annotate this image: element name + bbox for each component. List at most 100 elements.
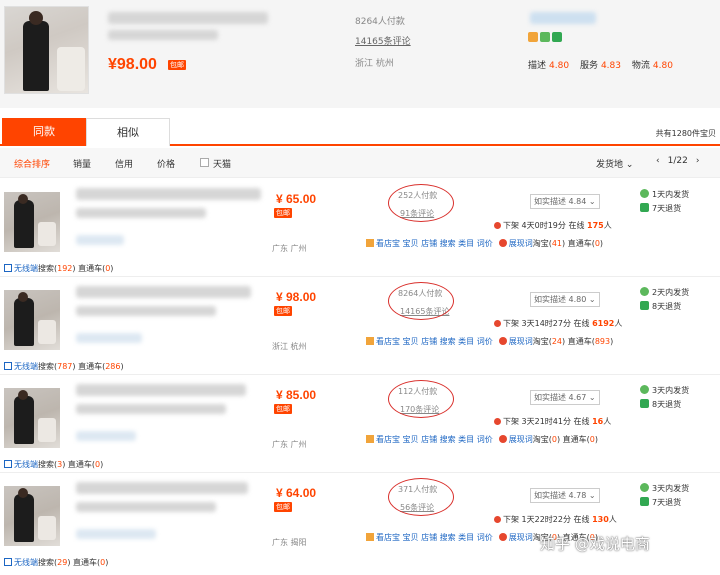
mobile-icon [4, 264, 12, 272]
next-page-icon[interactable]: › [696, 156, 700, 166]
online-count: 16 [592, 417, 604, 426]
blurred-title-2 [76, 208, 206, 218]
promise-return-label: 8天退货 [652, 302, 682, 311]
list-item: ¥ 65.00 包邮 广东 广州 252人付款 91条评论 如实描述 4.84 … [0, 180, 720, 277]
promise-return: 8天退货 [640, 300, 689, 314]
promise-ship-label: 3天内发货 [652, 386, 690, 395]
paren-close: ) [105, 558, 109, 567]
zhanxian-link[interactable]: 展现词 [509, 435, 533, 444]
shop-tool-icon [366, 435, 374, 443]
service-promises: 3天内发货 7天退货 [640, 482, 689, 510]
wireless-label[interactable]: 无线端 [14, 558, 38, 567]
wx-search-label: 搜索( [38, 264, 58, 273]
taobao-count: 24 [551, 337, 563, 346]
match-score-dropdown[interactable]: 如实描述 4.80 ⌄ [530, 292, 600, 307]
header-price: ¥98.00 [108, 56, 157, 73]
match-score-label: 如实描述 4.80 [534, 295, 587, 304]
ship-from-dropdown[interactable]: 发货地 ⌄ [596, 157, 633, 170]
prev-page-icon[interactable]: ‹ [656, 156, 660, 166]
promise-ship: 3天内发货 [640, 384, 689, 398]
wireless-label[interactable]: 无线端 [14, 362, 38, 371]
match-score-dropdown[interactable]: 如实描述 4.67 ⌄ [530, 390, 600, 405]
blurred-title [76, 384, 246, 396]
item-thumbnail[interactable] [4, 486, 60, 546]
clock-icon [494, 222, 501, 229]
blurred-title-2 [76, 404, 226, 414]
online-count: 175 [587, 221, 604, 230]
service-promises: 3天内发货 8天退货 [640, 384, 689, 412]
list-item: ¥ 98.00 包邮 浙江 杭州 8264人付款 14165条评论 如实描述 4… [0, 278, 720, 375]
detail-image [38, 222, 56, 246]
chevron-down-icon: ⌄ [588, 295, 596, 304]
item-location: 广东 广州 [272, 244, 307, 253]
watermark: 知乎 @戏说电商 [540, 535, 650, 553]
tmall-filter-label[interactable]: 天猫 [213, 157, 231, 170]
zhanxian-icon [498, 435, 507, 443]
shelf-text: 下架 3天21时41分 在线 [503, 417, 593, 426]
ship-icon [640, 189, 649, 198]
model-head [18, 292, 28, 302]
top-product-panel: ¥98.00 包邮 8264人付款 14165条评论 浙江 杭州 描述 4.80 … [0, 0, 720, 108]
sort-credit[interactable]: 信用 [115, 157, 133, 170]
item-location: 浙江 杭州 [272, 342, 307, 351]
zhanxian-link[interactable]: 展现词 [509, 337, 533, 346]
sort-comprehensive[interactable]: 综合排序 [14, 157, 50, 170]
rating-value-desc: 4.80 [549, 61, 570, 71]
promise-return-label: 7天退货 [652, 498, 682, 507]
sort-sales[interactable]: 销量 [73, 157, 91, 170]
total-count: 共有1280件宝贝 [655, 129, 716, 138]
tool-links-text[interactable]: 看店宝 宝贝 店铺 搜索 类目 词价 [376, 533, 493, 542]
item-price: ¥ 85.00 [276, 388, 317, 402]
wx-search-count: 29 [57, 558, 68, 567]
model-head [29, 11, 43, 25]
ship-from-label: 发货地 [596, 160, 624, 170]
promise-return: 7天退货 [640, 202, 689, 216]
wx-ztc-label: ) 直通车( [72, 362, 106, 371]
detail-image [38, 320, 56, 344]
tab-similar[interactable]: 相似 [86, 118, 170, 146]
taobao-label: 淘宝( [532, 337, 552, 346]
item-thumbnail[interactable] [4, 388, 60, 448]
dress-figure [14, 298, 34, 346]
paren-close: ) [599, 239, 604, 248]
tool-links-text[interactable]: 看店宝 宝贝 店铺 搜索 类目 词价 [376, 435, 493, 444]
shelf-info: 下架 3天21时41分 在线 16人 [494, 416, 611, 427]
paren-close: ) [100, 460, 104, 469]
wx-search-label: 搜索( [38, 460, 58, 469]
sort-price[interactable]: 价格 [157, 157, 175, 170]
detail-image [38, 418, 56, 442]
match-score-dropdown[interactable]: 如实描述 4.84 ⌄ [530, 194, 600, 209]
zhanxian-link[interactable]: 展现词 [509, 533, 533, 542]
match-score-dropdown[interactable]: 如实描述 4.78 ⌄ [530, 488, 600, 503]
shop-ratings: 描述 4.80 服务 4.83 物流 4.80 [528, 58, 681, 71]
blurred-title [108, 12, 268, 24]
tool-links-text[interactable]: 看店宝 宝贝 店铺 搜索 类目 词价 [376, 239, 493, 248]
online-count: 6192 [592, 319, 615, 328]
product-thumbnail[interactable] [4, 6, 89, 94]
header-review-link[interactable]: 14165条评论 [355, 34, 411, 47]
item-location: 广东 揭阳 [272, 538, 307, 547]
wireless-label[interactable]: 无线端 [14, 460, 38, 469]
tool-links: 看店宝 宝贝 店铺 搜索 类目 词价 展现词淘宝(0) 直通车(0) [366, 434, 598, 445]
online-suffix: 人 [614, 319, 623, 328]
tmall-checkbox[interactable] [200, 158, 209, 167]
tab-same[interactable]: 同款 [2, 118, 86, 146]
wireless-label[interactable]: 无线端 [14, 264, 38, 273]
item-thumbnail[interactable] [4, 290, 60, 350]
item-thumbnail[interactable] [4, 192, 60, 252]
zhitongche-count: 893 [594, 337, 611, 346]
free-shipping-badge: 包邮 [274, 502, 292, 512]
match-score-label: 如实描述 4.84 [534, 197, 587, 206]
model-head [18, 194, 28, 204]
promise-return: 7天退货 [640, 496, 689, 510]
service-promises: 1天内发货 7天退货 [640, 188, 689, 216]
zhitongche-label: ) 直通车( [562, 337, 595, 346]
shelf-info: 下架 1天22时22分 在线 130人 [494, 514, 617, 525]
match-score-label: 如实描述 4.67 [534, 393, 587, 402]
wireless-stats: 无线端搜索(787) 直通车(286) [4, 361, 124, 372]
zhanxian-link[interactable]: 展现词 [509, 239, 533, 248]
model-head [18, 488, 28, 498]
wireless-stats: 无线端搜索(3) 直通车(0) [4, 459, 103, 470]
tool-links-text[interactable]: 看店宝 宝贝 店铺 搜索 类目 词价 [376, 337, 493, 346]
dress-figure [14, 396, 34, 444]
